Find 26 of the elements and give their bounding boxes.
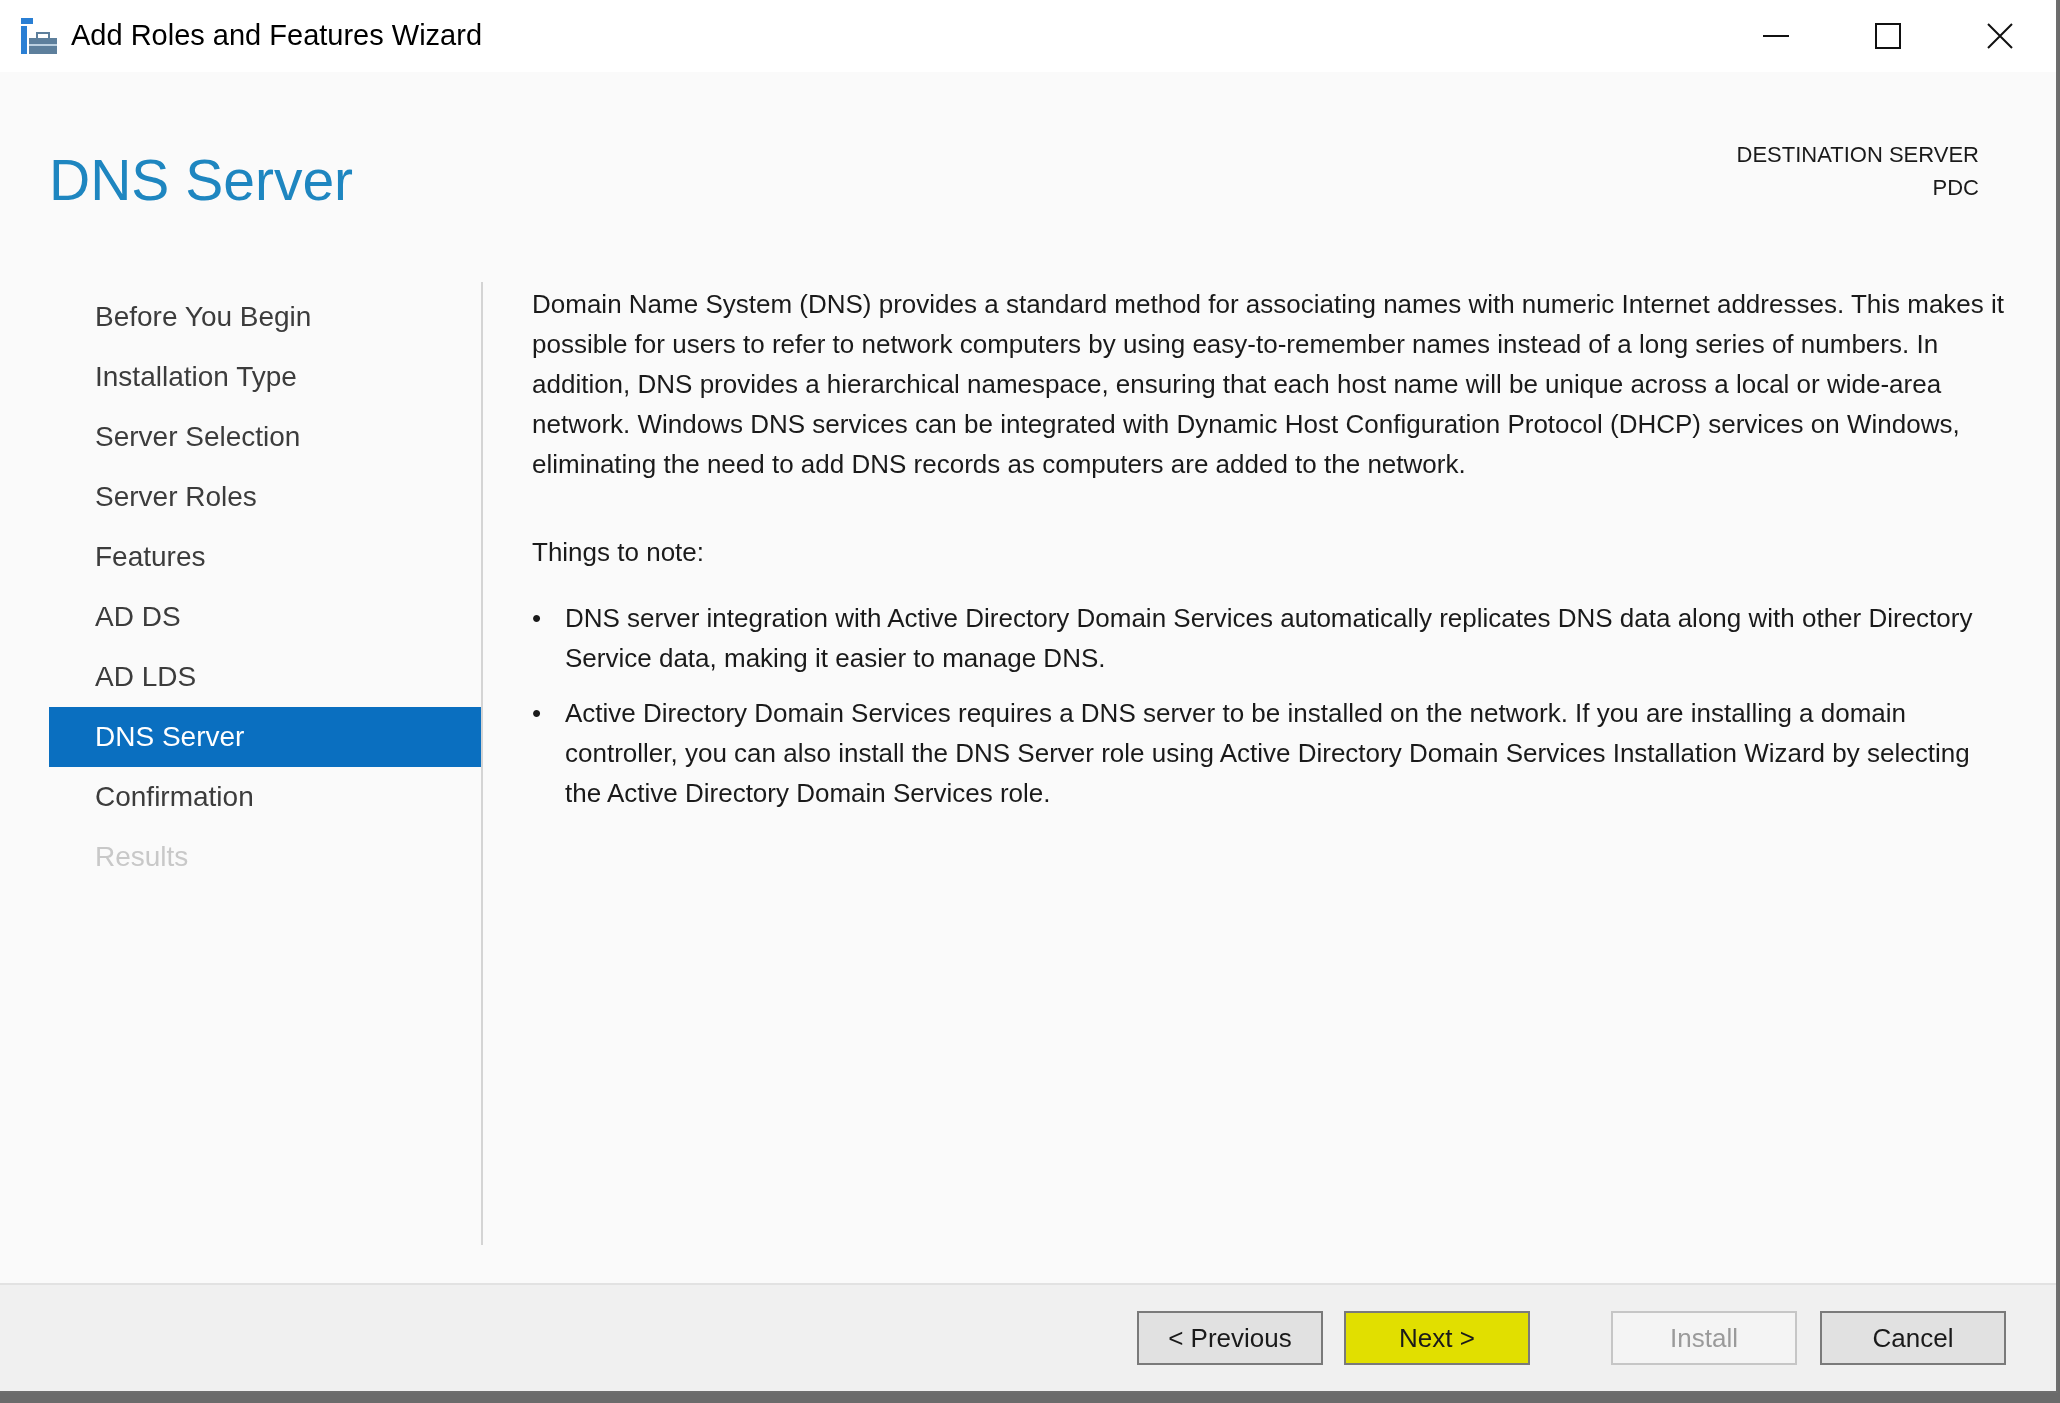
maximize-icon (1875, 23, 1901, 49)
destination-server-label: DESTINATION SERVER (1736, 141, 1979, 169)
wizard-step[interactable]: Server Selection (49, 407, 481, 467)
wizard-button[interactable]: < Previous (1137, 1311, 1323, 1365)
wizard-step[interactable]: Before You Begin (49, 287, 481, 347)
bullet: • (532, 697, 543, 730)
bullet: • (532, 602, 543, 635)
wizard-step[interactable]: AD LDS (49, 647, 481, 707)
minimize-icon (1763, 34, 1789, 38)
note-text: DNS server integration with Active Directory Domain Services automatically replicates DNS data along with other Directory Service data, making it easier to manage DNS. (565, 602, 1974, 675)
notes-heading: Things to note: (532, 536, 705, 569)
toolbox-icon (21, 18, 57, 54)
wizard-step[interactable]: Server Roles (49, 467, 481, 527)
wizard-step[interactable]: Installation Type (49, 347, 481, 407)
wizard-step[interactable]: AD DS (49, 587, 481, 647)
window-title: Add Roles and Features Wizard (71, 18, 483, 54)
wizard-step[interactable]: DNS Server (49, 707, 481, 767)
close-icon (1987, 23, 2013, 49)
wizard-button[interactable]: Cancel (1820, 1311, 2006, 1365)
page-title: DNS Server (49, 152, 354, 209)
wizard-step[interactable]: Features (49, 527, 481, 587)
wizard-step[interactable]: Confirmation (49, 767, 481, 827)
description-paragraph: Domain Name System (DNS) provides a standard method for associating names with numeric Internet addresses. This makes it possible for users to refer to network computers by using easy-to-remember names instead of a long series of numbers. In addition, DNS provides a hierarchical namespace, ensuring that each host name will be unique across a local or wide-area network. Windows DNS services can be integrated with Dynamic Host Configuration Protocol (DHCP) services on Windows, eliminating the need to add DNS records as computers are added to the network. (532, 288, 2006, 481)
destination-server-name: PDC (1932, 174, 1979, 202)
wizard-button[interactable]: Next > (1344, 1311, 1530, 1365)
note-text: Active Directory Domain Services requires a DNS server to be installed on the network. If you are installing a domain controller, you can also install the DNS Server role using Active Directory Domain Services Installation Wizard by selecting the Active Directory Domain Services role. (565, 697, 1971, 810)
